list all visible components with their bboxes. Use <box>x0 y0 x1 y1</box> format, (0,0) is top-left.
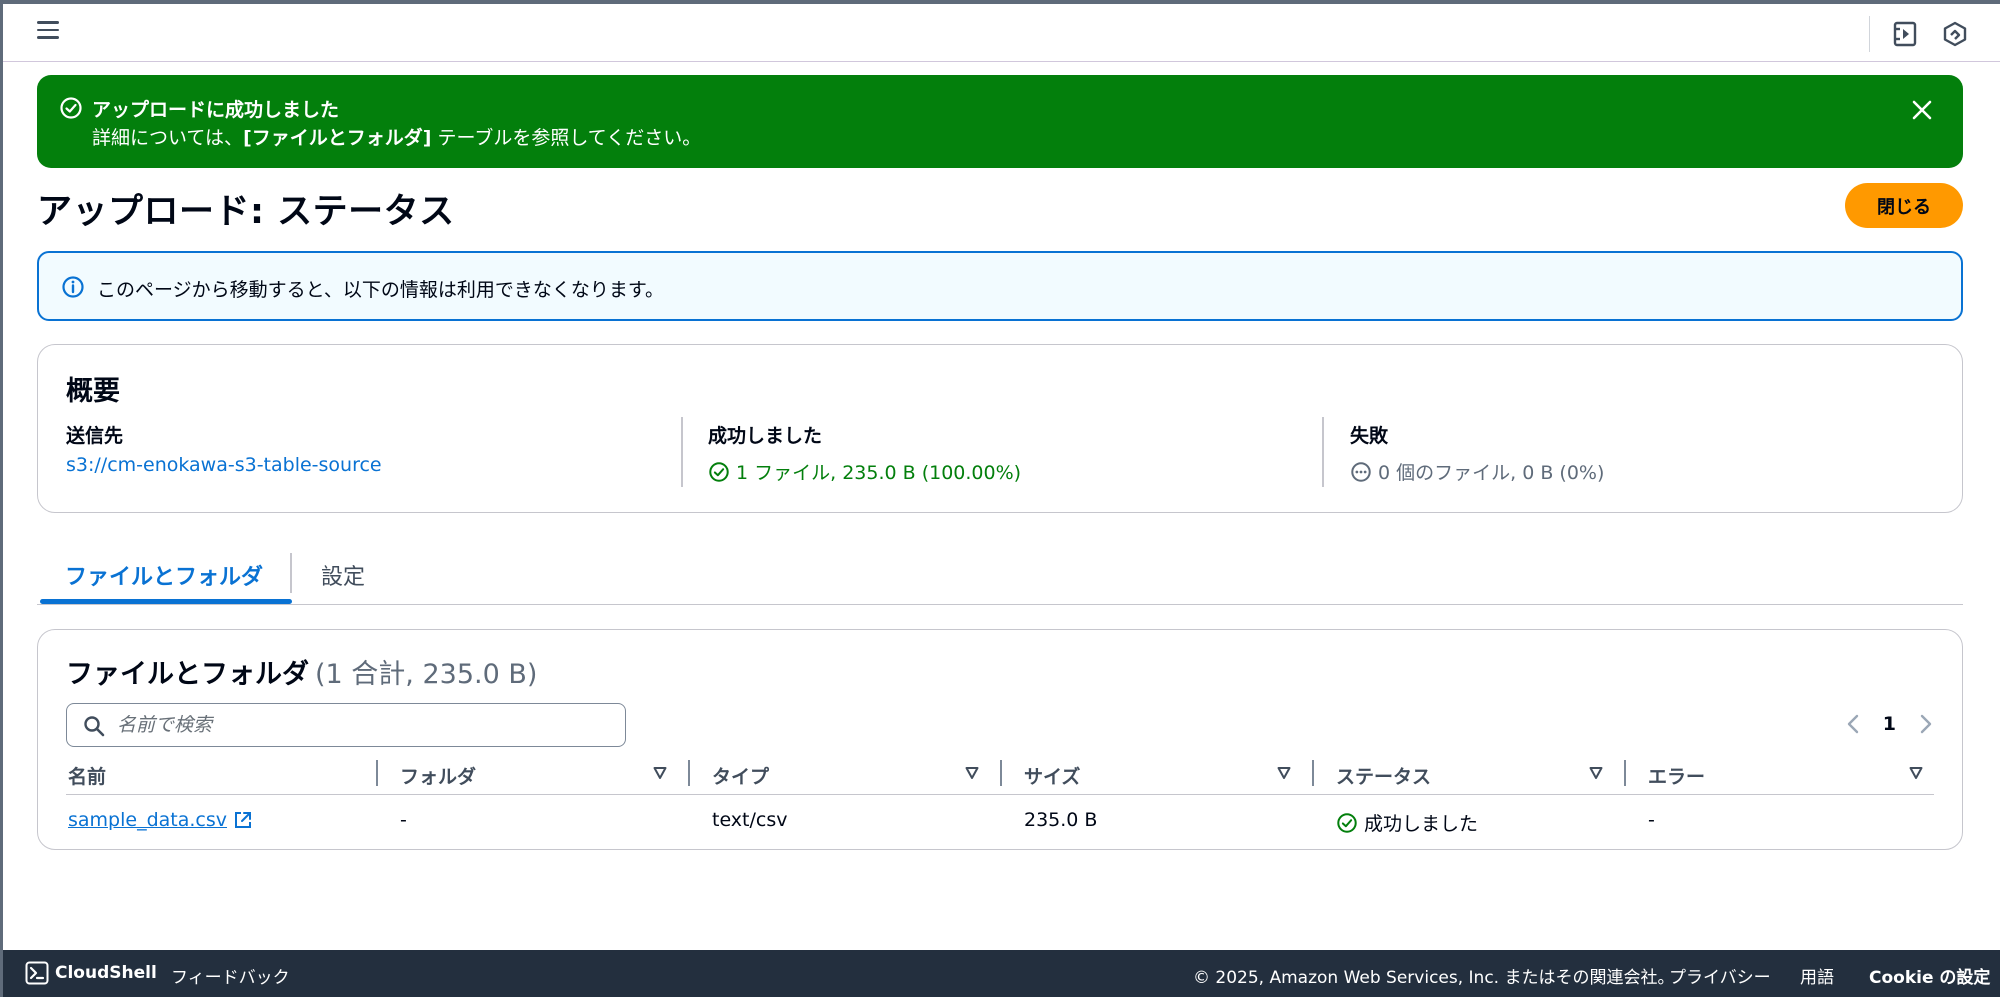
destination-column: 送信先 s3://cm-enokawa-s3-table-source <box>66 419 382 489</box>
column-header-size[interactable]: サイズ <box>1024 762 1080 789</box>
cloudshell-icon[interactable] <box>25 961 49 985</box>
tab-settings[interactable]: 設定 <box>321 559 365 591</box>
succeeded-value: 1 ファイル, 235.0 B (100.00%) <box>708 458 1021 485</box>
success-check-icon <box>60 97 82 119</box>
active-tab-indicator <box>40 599 292 604</box>
destination-link[interactable]: s3://cm-enokawa-s3-table-source <box>66 454 382 476</box>
external-link-icon <box>235 812 252 828</box>
sort-icon[interactable] <box>1277 766 1291 780</box>
search-box <box>66 703 626 747</box>
flash-title: アップロードに成功しました <box>92 99 340 121</box>
column-resizer[interactable] <box>376 760 378 786</box>
tab-files-and-folders[interactable]: ファイルとフォルダ <box>65 559 263 591</box>
top-bar <box>3 4 2000 62</box>
column-header-error[interactable]: エラー <box>1648 762 1705 789</box>
cell-size: 235.0 B <box>1024 809 1098 831</box>
failed-label: 失敗 <box>1350 425 1389 447</box>
summary-divider <box>681 417 683 487</box>
column-resizer[interactable] <box>1624 760 1626 786</box>
topbar-divider <box>1869 16 1870 52</box>
failed-text: 0 個のファイル, 0 B (0%) <box>1378 462 1605 484</box>
cell-status: 成功しました <box>1336 809 1478 836</box>
copyright-text: © 2025, Amazon Web Services, Inc. またはその関… <box>1193 968 1675 988</box>
search-icon <box>84 716 105 737</box>
column-header-status[interactable]: ステータス <box>1336 762 1431 789</box>
close-icon[interactable] <box>1909 97 1935 123</box>
summary-divider <box>1322 417 1324 487</box>
chevron-left-icon[interactable] <box>1845 712 1861 736</box>
failed-value: 0 個のファイル, 0 B (0%) <box>1350 458 1604 485</box>
success-check-icon <box>1337 812 1357 833</box>
file-name-link[interactable]: sample_data.csv <box>68 809 253 831</box>
summary-title: 概要 <box>66 376 120 407</box>
column-resizer[interactable] <box>1312 760 1314 786</box>
destination-label: 送信先 <box>66 425 124 447</box>
privacy-link[interactable]: プライバシー <box>1669 963 1771 988</box>
info-alert: このページから移動すると、以下の情報は利用できなくなります。 <box>37 251 1963 321</box>
succeeded-label: 成功しました <box>708 425 823 447</box>
sort-icon[interactable] <box>653 766 667 780</box>
cell-folder: - <box>400 809 407 831</box>
side-panel-icon[interactable] <box>1891 20 1919 48</box>
feedback-link[interactable]: フィードバック <box>171 963 290 988</box>
search-input[interactable] <box>117 710 607 740</box>
info-text: このページから移動すると、以下の情報は利用できなくなります。 <box>97 279 664 301</box>
tab-divider <box>290 553 292 593</box>
column-header-name[interactable]: 名前 <box>68 762 106 789</box>
failed-column: 失敗 0 個のファイル, 0 B (0%) <box>1350 419 1604 489</box>
files-title: ファイルとフォルダ (1 合計, 235.0 B) <box>66 659 538 690</box>
cell-type: text/csv <box>712 809 788 831</box>
success-flashbar: アップロードに成功しました 詳細については、[ファイルとフォルダ] テーブルを参… <box>37 75 1963 168</box>
pending-icon <box>1351 461 1371 482</box>
succeeded-text: 1 ファイル, 235.0 B (100.00%) <box>736 462 1022 484</box>
cloudshell-button[interactable]: CloudShell <box>55 963 157 983</box>
table-header: 名前 フォルダ タイプ サイズ ステータス エラー <box>66 754 1934 795</box>
menu-icon[interactable] <box>37 21 59 39</box>
pagination: 1 <box>1845 712 1934 736</box>
table-row: sample_data.csv - text/csv 235.0 B 成功しまし… <box>66 797 1934 841</box>
succeeded-column: 成功しました 1 ファイル, 235.0 B (100.00%) <box>708 419 1021 489</box>
cell-error: - <box>1648 809 1655 831</box>
column-header-type[interactable]: タイプ <box>712 762 769 789</box>
page-number[interactable]: 1 <box>1883 713 1896 735</box>
tabs: ファイルとフォルダ 設定 <box>37 545 1963 605</box>
cookie-settings-link[interactable]: Cookie の設定 <box>1869 963 1990 988</box>
q-assistant-icon[interactable] <box>1941 20 1969 48</box>
chevron-right-icon[interactable] <box>1918 712 1934 736</box>
flash-message: 詳細については、[ファイルとフォルダ] テーブルを参照してください。 <box>92 127 702 149</box>
column-resizer[interactable] <box>1000 760 1002 786</box>
files-table-container: ファイルとフォルダ(1 合計, 235.0 B) 1 名前 フォルダ タイプ サ… <box>37 629 1963 850</box>
files-count: (1 合計, 235.0 B) <box>315 659 538 690</box>
summary-container: 概要 送信先 s3://cm-enokawa-s3-table-source 成… <box>37 344 1963 513</box>
sort-icon[interactable] <box>1909 766 1923 780</box>
page-title: アップロード: ステータス <box>37 192 455 232</box>
console-footer: CloudShell フィードバック © 2025, Amazon Web Se… <box>3 950 2000 997</box>
column-header-folder[interactable]: フォルダ <box>400 762 476 789</box>
sort-icon[interactable] <box>965 766 979 780</box>
sort-icon[interactable] <box>1589 766 1603 780</box>
terms-link[interactable]: 用語 <box>1800 963 1834 988</box>
column-resizer[interactable] <box>688 760 690 786</box>
close-button[interactable]: 閉じる <box>1845 183 1963 228</box>
success-check-icon <box>709 461 729 482</box>
info-icon <box>62 276 84 298</box>
